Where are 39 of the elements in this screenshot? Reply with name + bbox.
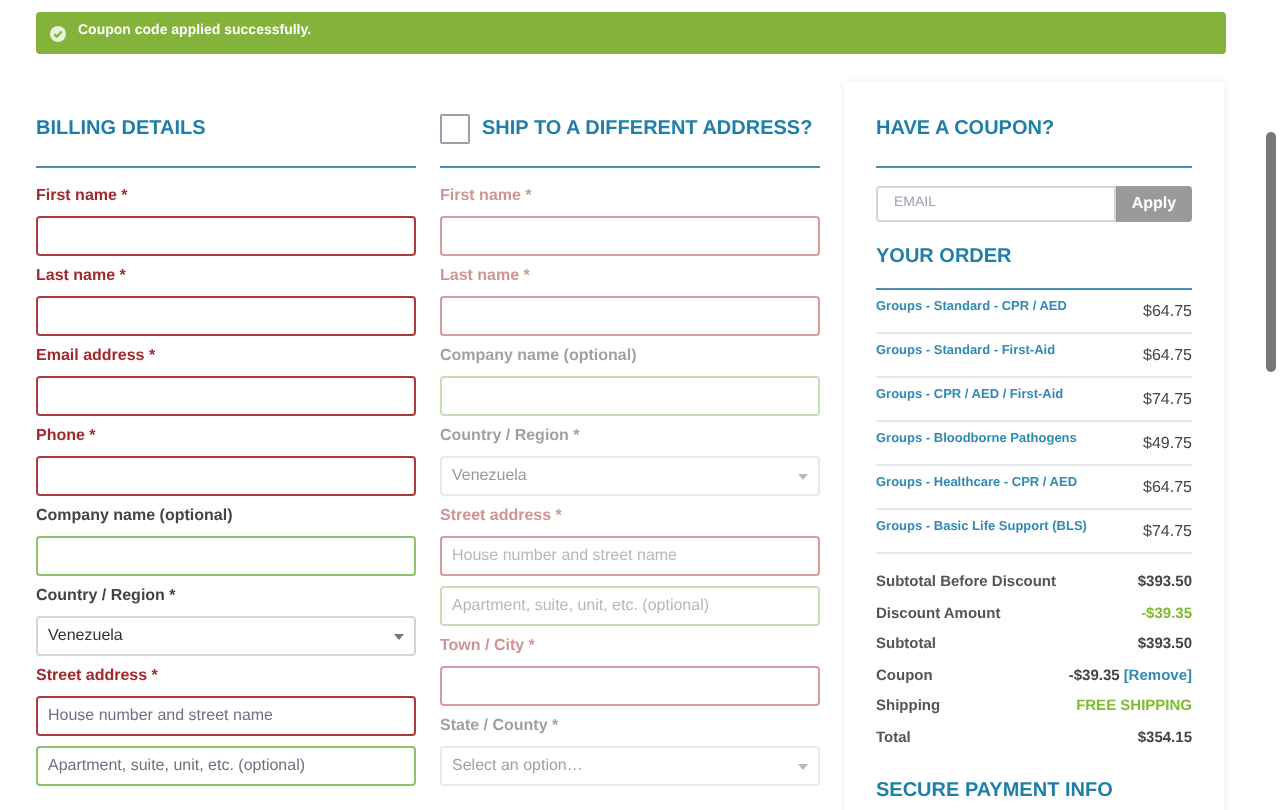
section-heading: BILLING DETAILS xyxy=(36,116,206,144)
scrollbar-thumb[interactable] xyxy=(1266,132,1276,372)
field-label: Street address * xyxy=(36,666,160,686)
caret-icon xyxy=(798,473,808,479)
field-label: Town / City * xyxy=(440,636,537,656)
apply-button[interactable]: Apply xyxy=(1116,186,1192,222)
product-price: $74.75 xyxy=(1143,520,1192,544)
field-label: Street address * xyxy=(440,506,564,526)
caret-icon xyxy=(394,633,404,639)
product-price: $64.75 xyxy=(1143,344,1192,368)
product-price: $64.75 xyxy=(1143,300,1192,324)
input-field[interactable] xyxy=(36,536,416,576)
product-price: $74.75 xyxy=(1143,388,1192,412)
field-label: Email address * xyxy=(36,346,158,366)
input-field[interactable] xyxy=(36,376,416,416)
section-heading: YOUR ORDER xyxy=(876,244,1012,272)
field-label: First name * xyxy=(36,186,130,206)
section-heading: HAVE A COUPON? xyxy=(876,116,1055,144)
field-label: Company name (optional) xyxy=(440,346,639,366)
field-label: First name * xyxy=(440,186,534,206)
caret-icon xyxy=(798,763,808,769)
field-label: Phone * xyxy=(36,426,98,446)
field-label: Country / Region * xyxy=(36,586,178,606)
section-heading: SECURE PAYMENT INFO xyxy=(876,780,1113,802)
input-field[interactable] xyxy=(36,456,416,496)
field-label: Country / Region * xyxy=(440,426,582,446)
input-field[interactable]: Apartment, suite, unit, etc. (optional) xyxy=(36,746,416,786)
field-label: Last name * xyxy=(440,266,532,286)
input-field[interactable]: House number and street name xyxy=(36,696,416,736)
product-price: $49.75 xyxy=(1143,432,1192,456)
product-price: $64.75 xyxy=(1143,476,1192,500)
section-heading: SHIP TO A DIFFERENT ADDRESS? xyxy=(482,116,813,144)
select-field[interactable]: Venezuela xyxy=(36,616,416,656)
input-field[interactable] xyxy=(36,216,416,256)
field-label: State / County * xyxy=(440,716,561,736)
check-circle-icon xyxy=(50,25,66,41)
input-field[interactable] xyxy=(36,296,416,336)
field-label: Company name (optional) xyxy=(36,506,235,526)
field-label: Last name * xyxy=(36,266,128,286)
